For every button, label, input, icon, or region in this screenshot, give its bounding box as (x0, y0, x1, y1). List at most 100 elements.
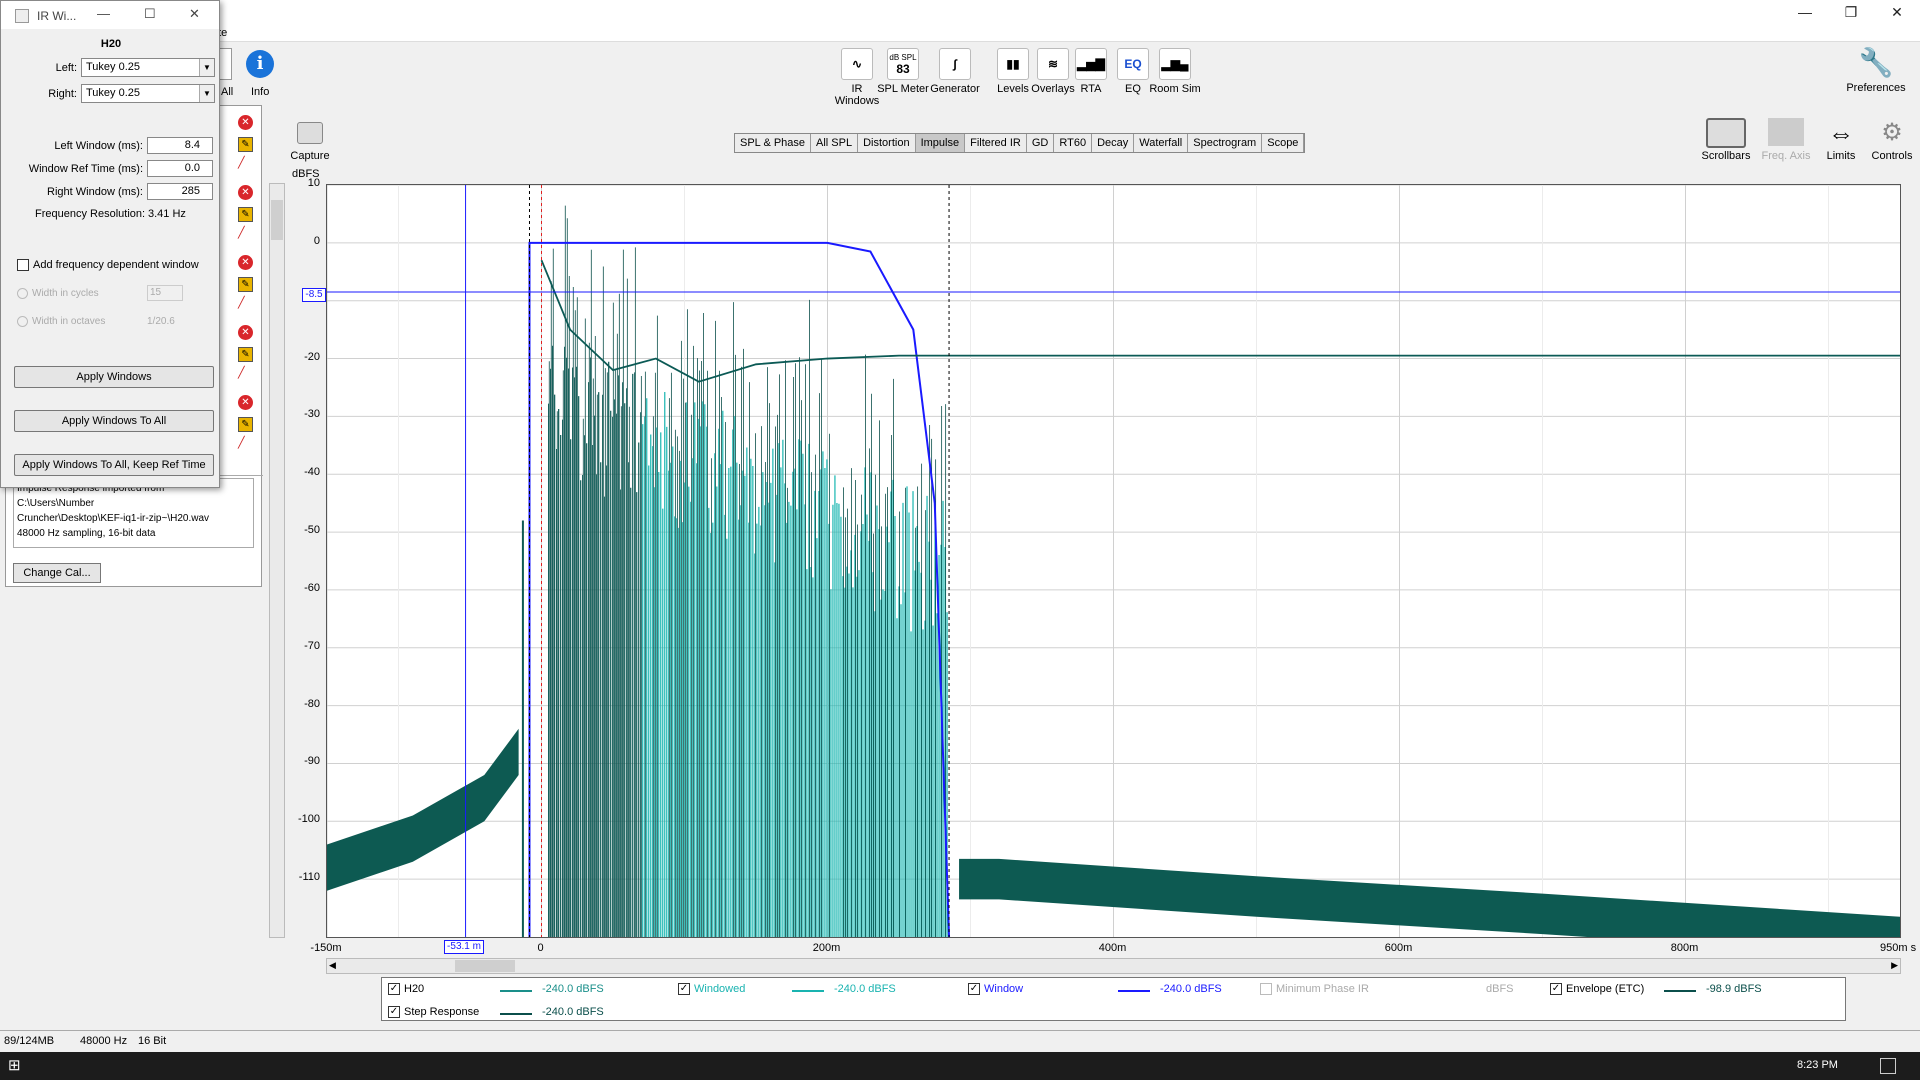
right-window-label: Right Window (ms): (47, 186, 143, 198)
cursor-y-readout: -8.5 (302, 288, 326, 302)
right-taper-select[interactable]: Tukey 0.25 ▼ (81, 84, 215, 103)
apply-windows-all-keep-button[interactable]: Apply Windows To All, Keep Ref Time (14, 454, 214, 476)
tab-impulse[interactable]: Impulse (915, 134, 966, 152)
color-pen-icon[interactable]: ╱ (238, 297, 253, 309)
plot-horizontal-scrollbar[interactable]: ◀ ▶ (326, 958, 1901, 974)
y-tick-label: -70 (304, 639, 320, 652)
tab-spectrogram[interactable]: Spectrogram (1188, 134, 1263, 152)
checkbox-icon[interactable]: ✓ (1550, 983, 1562, 996)
apply-windows-all-button[interactable]: Apply Windows To All (14, 410, 214, 432)
tab-distortion[interactable]: Distortion (858, 134, 916, 152)
legend-swatch (500, 1013, 532, 1015)
bit-depth-status: 16 Bit (138, 1035, 167, 1047)
scrollbar-thumb[interactable] (455, 960, 515, 972)
toolbar-glyph: ▮▮ (1006, 57, 1020, 71)
delete-measurement-icon[interactable]: ✕ (238, 395, 253, 410)
edit-measurement-icon[interactable]: ✎ (238, 277, 253, 292)
freq-axis-button: Freq. Axis (1756, 118, 1816, 162)
left-taper-select[interactable]: Tukey 0.25 ▼ (81, 58, 215, 77)
legend-item[interactable]: ✓ Step Response (388, 1006, 479, 1019)
color-pen-icon[interactable]: ╱ (238, 227, 253, 239)
scroll-left-icon[interactable]: ◀ (329, 960, 336, 971)
tab-decay[interactable]: Decay (1092, 134, 1135, 152)
ir-windows-icon: ∿ (841, 48, 873, 80)
preferences-button[interactable]: 🔧 Preferences (1840, 46, 1912, 94)
toolbar-generator-button[interactable]: ∫ Generator (928, 48, 982, 95)
y-tick-label: -50 (304, 524, 320, 537)
info-icon[interactable]: i (246, 50, 274, 78)
toolbar-label: Room Sim (1149, 83, 1201, 95)
levels-icon: ▮▮ (997, 48, 1029, 80)
tab-all-spl[interactable]: All SPL (811, 134, 859, 152)
scroll-right-icon[interactable]: ▶ (1891, 960, 1898, 971)
x-tick-label: 200m (812, 942, 841, 954)
tab-waterfall[interactable]: Waterfall (1134, 134, 1189, 152)
preferences-label: Preferences (1846, 82, 1906, 94)
toolbar-room-sim-button[interactable]: ▂▆▄ Room Sim (1148, 48, 1202, 95)
tab-scope[interactable]: Scope (1262, 134, 1305, 152)
toolbar-spl-meter-button[interactable]: dB SPL 83 SPL Meter (876, 48, 930, 95)
legend-item[interactable]: ✓ Window (968, 983, 1023, 996)
ref-time-spinner[interactable]: 0.0 (147, 160, 213, 177)
legend-item[interactable]: Minimum Phase IR (1260, 983, 1369, 996)
windows-start-icon[interactable]: ⊞ (8, 1058, 24, 1074)
panel-scrollbar[interactable] (269, 183, 285, 938)
legend-item[interactable]: ✓ H20 (388, 983, 424, 996)
dialog-close-icon[interactable]: ✕ (189, 6, 200, 22)
x-tick-label: 400m (1098, 942, 1127, 954)
delete-measurement-icon[interactable]: ✕ (238, 185, 253, 200)
edit-measurement-icon[interactable]: ✎ (238, 137, 253, 152)
y-tick-label: -40 (304, 466, 320, 479)
eq-icon: EQ (1117, 48, 1149, 80)
tab-rt60[interactable]: RT60 (1054, 134, 1093, 152)
delete-measurement-icon[interactable]: ✕ (238, 325, 253, 340)
scrollbar-thumb[interactable] (271, 200, 283, 240)
series-envelope-etc- (540, 259, 1900, 383)
checkbox-icon[interactable]: ✓ (968, 983, 980, 996)
legend-item[interactable]: ✓ Windowed (678, 983, 745, 996)
tab-filtered-ir[interactable]: Filtered IR (965, 134, 1027, 152)
generator-icon: ∫ (939, 48, 971, 80)
y-tick-label: -100 (297, 813, 320, 826)
scrollbars-icon (1706, 118, 1746, 148)
gear-icon: ⚙ (1881, 119, 1903, 146)
color-pen-icon[interactable]: ╱ (238, 367, 253, 379)
color-pen-icon[interactable]: ╱ (238, 157, 253, 169)
tab-spl-phase[interactable]: SPL & Phase (735, 134, 812, 152)
restore-icon[interactable]: ❐ (1828, 0, 1874, 24)
edit-measurement-icon[interactable]: ✎ (238, 347, 253, 362)
delete-measurement-icon[interactable]: ✕ (238, 255, 253, 270)
color-pen-icon[interactable]: ╱ (238, 437, 253, 449)
notifications-icon[interactable] (1880, 1058, 1896, 1074)
plot-area[interactable] (326, 184, 1901, 958)
apply-windows-button[interactable]: Apply Windows (14, 366, 214, 388)
spl-unit-label: dB SPL (889, 52, 917, 62)
legend-item[interactable]: ✓ Envelope (ETC) (1550, 983, 1644, 996)
left-window-spinner[interactable]: 8.4 (147, 137, 213, 154)
scrollbars-button[interactable]: Scrollbars (1696, 118, 1756, 162)
clock: 8:23 PM (1797, 1059, 1838, 1071)
dialog-maximize-icon[interactable]: ☐ (144, 6, 156, 22)
checkbox-icon[interactable] (1260, 983, 1272, 996)
controls-label: Controls (1871, 150, 1913, 162)
delete-measurement-icon[interactable]: ✕ (238, 115, 253, 130)
close-icon[interactable]: ✕ (1874, 0, 1920, 24)
freq-dependent-checkbox[interactable]: Add frequency dependent window (17, 259, 199, 272)
notes-box[interactable]: Impulse Response imported from C:\Users\… (13, 478, 254, 548)
change-cal-button[interactable]: Change Cal... (13, 563, 101, 583)
dialog-minimize-icon[interactable]: — (97, 6, 110, 21)
edit-measurement-icon[interactable]: ✎ (238, 417, 253, 432)
info-label: Info (251, 86, 270, 98)
cycles-value: 15 (150, 287, 162, 298)
rta-icon: ▂▅▇ (1075, 48, 1107, 80)
checkbox-icon[interactable]: ✓ (388, 1006, 400, 1019)
edit-measurement-icon[interactable]: ✎ (238, 207, 253, 222)
checkbox-icon[interactable]: ✓ (388, 983, 400, 996)
checkbox-icon[interactable]: ✓ (678, 983, 690, 996)
limits-button[interactable]: ⇔ Limits (1812, 118, 1870, 162)
right-window-spinner[interactable]: 285 (147, 183, 213, 200)
tab-gd[interactable]: GD (1026, 134, 1055, 152)
controls-button[interactable]: ⚙ Controls (1866, 118, 1918, 162)
minimize-icon[interactable]: — (1782, 0, 1828, 24)
capture-button[interactable]: Capture (288, 122, 332, 162)
